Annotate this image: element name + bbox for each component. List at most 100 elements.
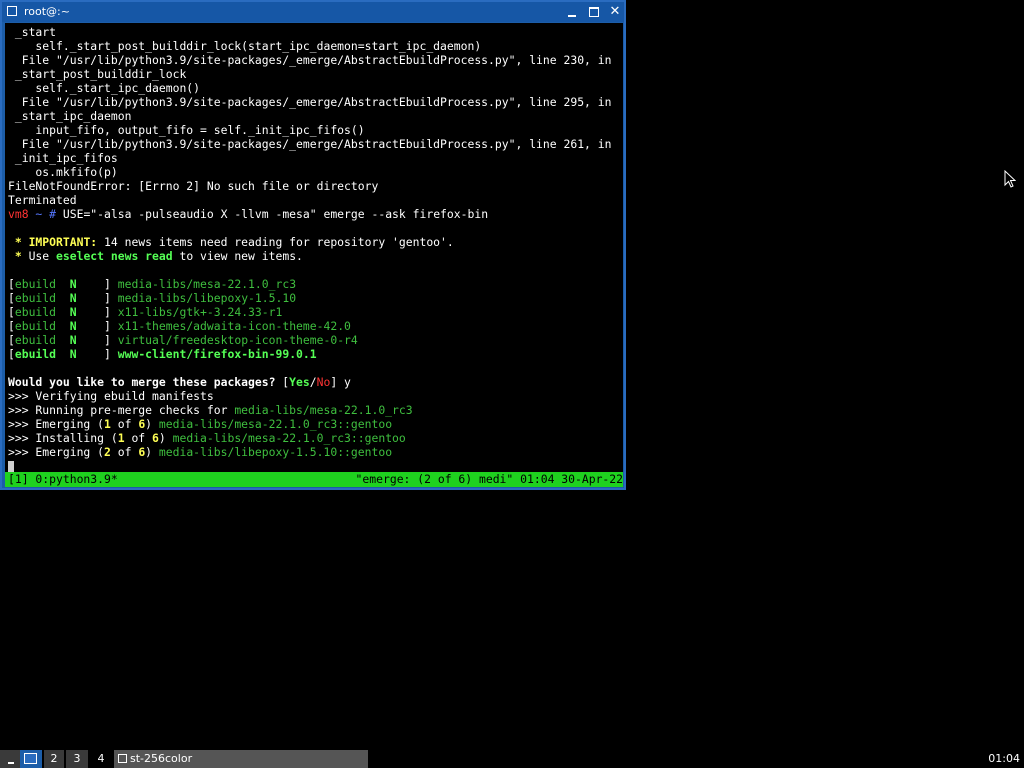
terminal-text: ~ — [28, 207, 50, 221]
terminal-text: _init_ipc_fifos — [8, 151, 118, 165]
terminal-text: ebuild — [14, 291, 70, 305]
workspace-3-button[interactable]: 3 — [66, 750, 88, 768]
workspace-1-button[interactable] — [20, 750, 42, 768]
workspace-2-button[interactable]: 2 — [44, 750, 64, 768]
terminal-line: input_fifo, output_fifo = self._init_ipc… — [8, 123, 611, 137]
terminal-text: File "/usr/lib/python3.9/site-packages/_… — [8, 95, 612, 109]
terminal-text: >>> Emerging ( — [8, 445, 105, 459]
terminal-line: [ebuild N ] media-libs/mesa-22.1.0_rc3 — [8, 277, 611, 291]
terminal-text: of — [124, 431, 153, 445]
tmux-status-right: "emerge: (2 of 6) medi" 01:04 30-Apr-22 — [355, 472, 623, 486]
terminal-text: [ — [8, 347, 15, 361]
terminal-line: _init_ipc_fifos — [8, 151, 611, 165]
maximize-button[interactable] — [586, 4, 602, 20]
terminal-text: ) — [145, 445, 159, 459]
terminal-text: >>> Installing ( — [8, 431, 118, 445]
terminal-line: self._start_ipc_daemon() — [8, 81, 611, 95]
maximize-icon — [589, 7, 599, 17]
clock: 01:04 — [988, 752, 1020, 765]
terminal-line: _start — [8, 25, 611, 39]
terminal-line: _start_post_builddir_lock — [8, 67, 611, 81]
terminal-line: self._start_post_builddir_lock(start_ipc… — [8, 39, 611, 53]
terminal-text: self._start_ipc_daemon() — [8, 81, 201, 95]
terminal-line: Terminated — [8, 193, 611, 207]
terminal-line: os.mkfifo(p) — [8, 165, 611, 179]
terminal-line: [ebuild N ] x11-themes/adwaita-icon-them… — [8, 319, 611, 333]
terminal-text: eselect news read — [56, 249, 173, 263]
terminal-text: >>> Emerging ( — [8, 417, 105, 431]
terminal-text: ] — [76, 347, 118, 361]
terminal-output[interactable]: _start self._start_post_builddir_lock(st… — [5, 23, 623, 472]
terminal-text: media-libs/mesa-22.1.0_rc3::gentoo — [172, 431, 406, 445]
terminal-line: [ebuild N ] virtual/freedesktop-icon-the… — [8, 333, 611, 347]
minimize-button[interactable] — [564, 4, 580, 20]
terminal-window[interactable]: root@:~ ✕ _start self._start_post_buildd… — [0, 0, 626, 490]
terminal-text: N — [69, 277, 77, 291]
close-button[interactable]: ✕ — [607, 4, 623, 20]
taskbar-task-label: st-256color — [130, 752, 193, 765]
terminal-line: >>> Running pre-merge checks for media-l… — [8, 403, 611, 417]
terminal-text: 1 — [104, 417, 111, 431]
terminal-line: FileNotFoundError: [Errno 2] No such fil… — [8, 179, 611, 193]
terminal-line: * Use eselect news read to view new item… — [8, 249, 611, 263]
taskbar: 2 3 4 st-256color 01:04 — [0, 750, 1024, 768]
terminal-line: >>> Verifying ebuild manifests — [8, 389, 611, 403]
terminal-text: Would you like to merge these packages? — [8, 375, 276, 389]
terminal-text: [ — [8, 291, 15, 305]
terminal-text: # — [49, 207, 63, 221]
minimize-icon — [568, 15, 576, 17]
workspace-4-button[interactable]: 4 — [90, 750, 112, 768]
terminal-text: os.mkfifo(p) — [8, 165, 118, 179]
terminal-text: media-libs/mesa-22.1.0_rc3 — [234, 403, 413, 417]
terminal-text: virtual/freedesktop-icon-theme-0-r4 — [117, 333, 358, 347]
terminal-text: _start_post_builddir_lock — [8, 67, 187, 81]
terminal-text: N — [69, 333, 77, 347]
terminal-text: [ — [8, 333, 15, 347]
terminal-text: ebuild — [14, 305, 70, 319]
terminal-text: FileNotFoundError: [Errno 2] No such fil… — [8, 179, 379, 193]
terminal-line: * IMPORTANT: 14 news items need reading … — [8, 235, 611, 249]
window-titlebar[interactable]: root@:~ ✕ — [2, 2, 624, 22]
terminal-text: File "/usr/lib/python3.9/site-packages/_… — [8, 137, 612, 151]
terminal-text: Terminated — [8, 193, 77, 207]
terminal-text: >>> Running pre-merge checks for — [8, 403, 235, 417]
terminal-text: media-libs/mesa-22.1.0_rc3::gentoo — [158, 417, 393, 431]
terminal-text: [ — [8, 305, 15, 319]
terminal-text: media-libs/libepoxy-1.5.10::gentoo — [158, 445, 393, 459]
desktop[interactable]: root@:~ ✕ _start self._start_post_buildd… — [0, 0, 1024, 768]
terminal-text: www-client/firefox-bin-99.0.1 — [117, 347, 317, 361]
terminal-text: to view new items. — [172, 249, 303, 263]
terminal-line: _start_ipc_daemon — [8, 109, 611, 123]
launcher-button[interactable] — [0, 750, 20, 768]
terminal-text: ] — [76, 333, 118, 347]
terminal-text: input_fifo, output_fifo = self._init_ipc… — [8, 123, 365, 137]
terminal-text: of — [110, 417, 139, 431]
terminal-line: [ebuild N ] www-client/firefox-bin-99.0.… — [8, 347, 611, 361]
terminal-text: of — [110, 445, 139, 459]
text-cursor — [8, 460, 14, 472]
terminal-text: 2 — [104, 445, 111, 459]
window-icon — [7, 6, 17, 16]
terminal-text: Yes — [289, 375, 310, 389]
tmux-statusbar: [1] 0:python3.9* "emerge: (2 of 6) medi"… — [5, 472, 623, 487]
terminal-line: File "/usr/lib/python3.9/site-packages/_… — [8, 137, 612, 151]
terminal-text: x11-libs/gtk+-3.24.33-r1 — [117, 305, 283, 319]
taskbar-task-st[interactable]: st-256color — [114, 750, 368, 768]
terminal-line: >>> Emerging (2 of 6) media-libs/libepox… — [8, 445, 611, 459]
terminal-text: ) — [158, 431, 173, 445]
terminal-text: / — [309, 375, 317, 389]
terminal-text: USE="-alsa -pulseaudio X -llvm -mesa" em… — [62, 207, 489, 221]
terminal-text: _start — [8, 25, 57, 39]
terminal-text: * — [8, 235, 29, 249]
terminal-text: 6 — [152, 431, 159, 445]
terminal-text: ] — [76, 291, 118, 305]
window-icon — [118, 754, 127, 763]
terminal-lines: _start self._start_post_builddir_lock(st… — [8, 25, 611, 472]
terminal-text: No — [316, 375, 331, 389]
terminal-text: x11-themes/adwaita-icon-theme-42.0 — [117, 319, 351, 333]
terminal-prompt-line — [8, 459, 611, 472]
terminal-text: N — [69, 305, 77, 319]
